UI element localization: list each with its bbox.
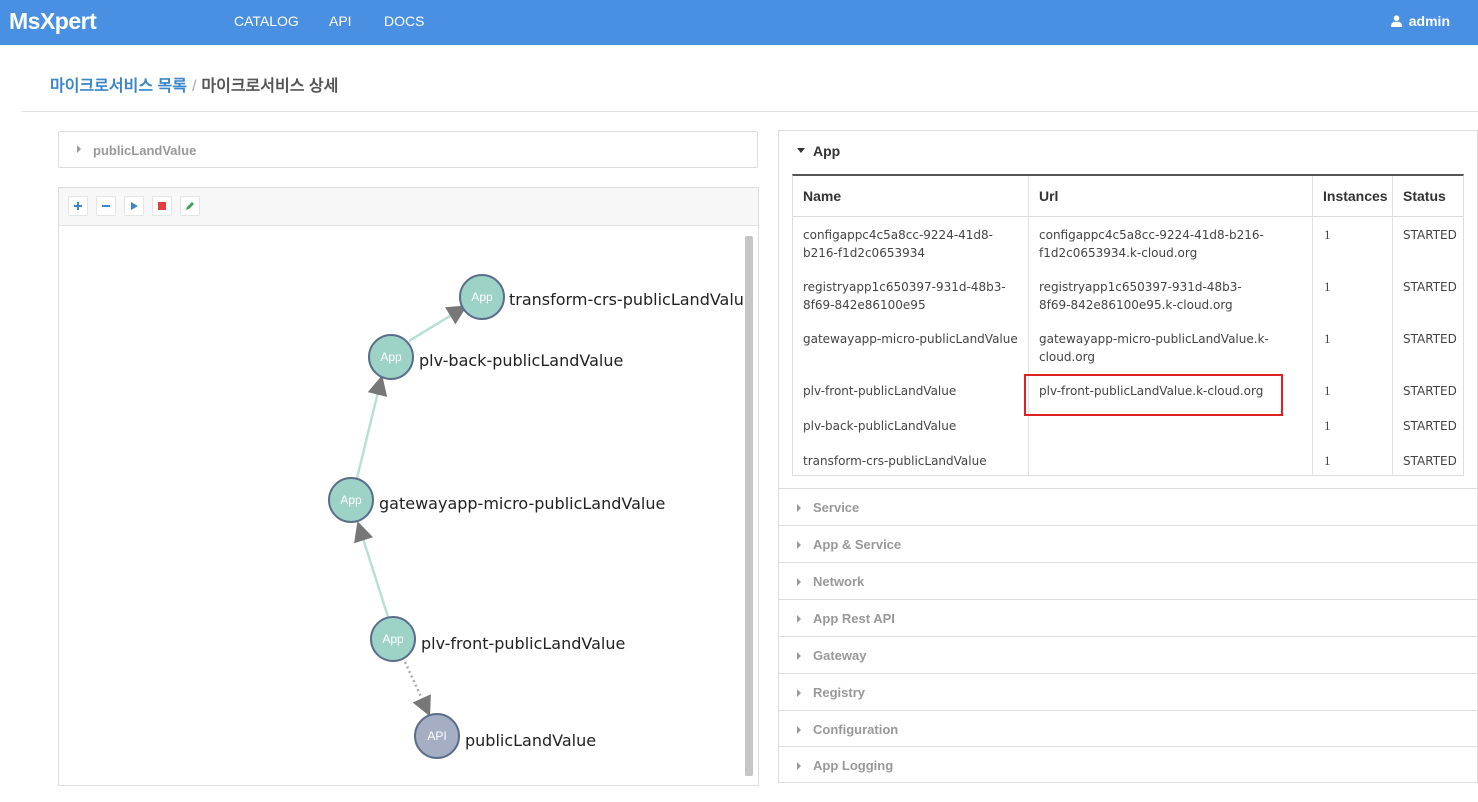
graph-node-front[interactable]: App plv-front-publicLandValue <box>370 616 625 662</box>
section-label: Service <box>813 500 860 515</box>
caret-right-icon <box>797 615 801 623</box>
cell-name: transform-crs-publicLandValue <box>803 454 987 468</box>
user-menu[interactable]: admin <box>1390 13 1450 29</box>
node-type-text: API <box>427 729 446 743</box>
user-icon <box>1390 15 1402 27</box>
section-network[interactable]: Network <box>779 562 1477 599</box>
edge-front-gateway <box>354 521 391 621</box>
breadcrumb-current: 마이크로서비스 상세 <box>201 78 339 95</box>
cell-instances: 1 <box>1324 418 1331 433</box>
graph-node-back[interactable]: App plv-back-publicLandValue <box>368 334 623 380</box>
node-label-text: publicLandValue <box>465 731 596 750</box>
cell-instances: 1 <box>1324 227 1331 242</box>
node-label-text: plv-front-publicLandValue <box>421 634 625 653</box>
cell-url[interactable]: configappc4c5a8cc-9224-41d8-b216-f1d2c06… <box>1029 226 1269 262</box>
app-section-label: App <box>813 143 841 159</box>
section-gateway[interactable]: Gateway <box>779 636 1477 673</box>
brand-logo[interactable]: MsXpert <box>9 8 97 35</box>
cell-url[interactable]: gatewayapp-micro-publicLandValue.k-cloud… <box>1029 330 1269 366</box>
cell-status: STARTED <box>1403 228 1457 242</box>
section-label: App & Service <box>813 537 902 552</box>
section-configuration[interactable]: Configuration <box>779 710 1477 747</box>
edge-back-transform <box>408 305 468 343</box>
edge-gateway-back <box>355 375 388 479</box>
caret-right-icon <box>797 504 801 512</box>
section-app-service[interactable]: App & Service <box>779 525 1477 562</box>
table-header-status[interactable]: Status <box>1393 176 1446 216</box>
caret-right-icon <box>797 762 801 770</box>
service-collapse-header[interactable]: publicLandValue <box>58 131 758 168</box>
nav-catalog[interactable]: CATALOG <box>234 13 299 29</box>
cell-instances: 1 <box>1324 331 1331 346</box>
divider <box>22 111 1478 112</box>
topology-graph[interactable]: App transform-crs-publicLandValue App pl… <box>59 188 758 785</box>
node-type-text: App <box>471 290 493 304</box>
caret-right-icon <box>77 145 81 153</box>
cell-instances: 1 <box>1324 453 1331 468</box>
section-label: Network <box>813 574 865 589</box>
table-header-instances[interactable]: Instances <box>1313 176 1388 216</box>
nav-api[interactable]: API <box>329 13 352 29</box>
caret-right-icon <box>797 652 801 660</box>
caret-right-icon <box>797 578 801 586</box>
section-label: Configuration <box>813 722 899 737</box>
topology-graph-panel: App transform-crs-publicLandValue App pl… <box>58 187 759 786</box>
table-header-name[interactable]: Name <box>793 176 841 216</box>
section-label: App Rest API <box>813 611 895 626</box>
node-type-text: App <box>382 632 404 646</box>
section-label: Gateway <box>813 648 867 663</box>
app-table: Name Url Instances Status configappc4c5a… <box>792 174 1464 476</box>
cell-name: plv-front-publicLandValue <box>803 384 957 398</box>
cell-status: STARTED <box>1403 280 1457 294</box>
graph-node-api[interactable]: API publicLandValue <box>414 713 596 759</box>
breadcrumb-parent[interactable]: 마이크로서비스 목록 <box>50 78 187 95</box>
header-divider <box>793 216 1463 217</box>
section-registry[interactable]: Registry <box>779 673 1477 710</box>
node-label-text: transform-crs-publicLandValue <box>509 290 754 309</box>
cell-name: gatewayapp-micro-publicLandValue <box>803 332 1018 346</box>
graph-scrollbar[interactable] <box>745 236 753 776</box>
url-highlight-box <box>1024 374 1283 416</box>
user-name: admin <box>1408 13 1450 29</box>
breadcrumb: 마이크로서비스 목록 / 마이크로서비스 상세 <box>50 72 338 96</box>
caret-down-icon <box>797 148 805 153</box>
node-label-text: plv-back-publicLandValue <box>419 351 623 370</box>
detail-panel: App Name Url Instances Status configappc… <box>778 130 1478 783</box>
cell-status: STARTED <box>1403 332 1457 346</box>
node-label-text: gatewayapp-micro-publicLandValue <box>379 494 665 513</box>
cell-status: STARTED <box>1403 419 1457 433</box>
graph-node-gateway[interactable]: App gatewayapp-micro-publicLandValue <box>328 477 665 523</box>
cell-status: STARTED <box>1403 384 1457 398</box>
cell-status: STARTED <box>1403 454 1457 468</box>
cell-name: configappc4c5a8cc-9224-41d8-b216-f1d2c06… <box>803 228 994 260</box>
section-label: Registry <box>813 685 866 700</box>
column-divider <box>1312 176 1313 476</box>
node-type-text: App <box>340 493 362 507</box>
top-navbar: MsXpert CATALOG API DOCS admin <box>0 0 1478 45</box>
nav-docs[interactable]: DOCS <box>384 13 424 29</box>
section-app-logging[interactable]: App Logging <box>779 746 1477 783</box>
table-header-url[interactable]: Url <box>1029 176 1058 216</box>
cell-name: registryapp1c650397-931d-48b3-8f69-842e8… <box>803 280 1006 312</box>
caret-right-icon <box>797 541 801 549</box>
cell-instances: 1 <box>1324 383 1331 398</box>
service-collapse-label: publicLandValue <box>93 143 197 158</box>
breadcrumb-separator: / <box>191 78 197 95</box>
cell-instances: 1 <box>1324 279 1331 294</box>
section-label: App Logging <box>813 758 894 773</box>
graph-node-transform[interactable]: App transform-crs-publicLandValue <box>459 274 754 320</box>
node-type-text: App <box>380 350 402 364</box>
caret-right-icon <box>797 689 801 697</box>
app-section-header[interactable]: App <box>779 131 1477 171</box>
caret-right-icon <box>797 726 801 734</box>
section-service[interactable]: Service <box>779 488 1477 525</box>
section-app-rest-api[interactable]: App Rest API <box>779 599 1477 636</box>
edge-front-api <box>403 661 431 717</box>
cell-url[interactable]: registryapp1c650397-931d-48b3-8f69-842e8… <box>1029 278 1269 314</box>
column-divider <box>1028 176 1029 476</box>
cell-name: plv-back-publicLandValue <box>803 419 957 433</box>
